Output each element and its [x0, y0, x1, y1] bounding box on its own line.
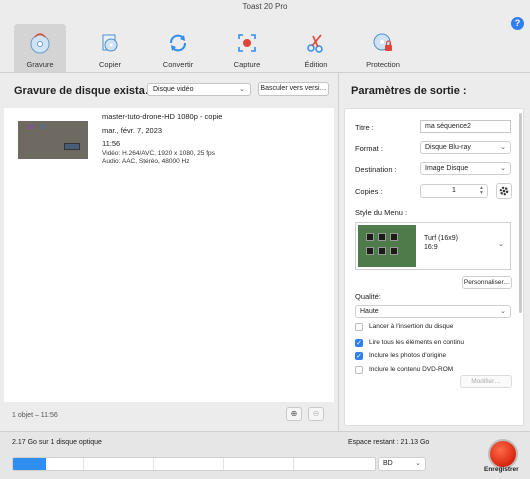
copies-settings-button[interactable] [496, 183, 512, 199]
item-time: 11:56 [102, 139, 121, 148]
toolbar-gravure[interactable]: Gravure [14, 24, 66, 72]
edit-scissors-icon [307, 34, 323, 53]
destination-label: Destination : [355, 165, 397, 174]
capture-icon [238, 34, 256, 52]
chevron-down-icon: ⌄ [415, 460, 421, 467]
option-photos-checkbox[interactable]: ✓ [355, 352, 363, 360]
item-date: mar., févr. 7, 2023 [102, 126, 163, 135]
toolbar-label-copier: Copier [98, 60, 122, 69]
copies-value: 1 [452, 187, 456, 194]
toolbar-label-edition: Édition [304, 60, 328, 69]
switch-version-button[interactable]: Basculer vers versi… [258, 82, 329, 96]
media-size-value: BD [383, 460, 393, 467]
protection-icon [373, 33, 392, 51]
option-dvd-rom-checkbox[interactable] [355, 366, 363, 374]
page-title: Gravure de disque exista… [14, 85, 156, 97]
toolbar-label-convertir: Convertir [162, 60, 194, 69]
menu-style-name: Turf (16x9) [424, 235, 458, 242]
item-video-info: Vidéo: H.264/AVC, 1920 x 1080, 25 fps [102, 150, 215, 157]
remove-item-button[interactable]: ⊖ [308, 407, 324, 421]
format-select[interactable]: Disque Blu-ray ⌄ [420, 141, 511, 154]
quality-label: Qualité: [355, 292, 381, 301]
remaining-space-text: Espace restant : 21.13 Go [348, 439, 430, 446]
copies-stepper[interactable]: 1 ▲ ▼ [420, 184, 488, 198]
option-photos-label: Inclure les photos d'origine [369, 352, 447, 359]
settings-panel: Titre : ma séquence2 Format : Disque Blu… [344, 108, 524, 426]
option-play-all-label: Lire tous les éléments en continu [369, 339, 465, 346]
copies-label: Copies : [355, 187, 383, 196]
add-file-icon: ⊕ [290, 409, 298, 418]
chevron-down-icon: ⌄ [500, 144, 506, 151]
disc-burn-icon [30, 33, 50, 54]
chevron-down-icon: ⌄ [500, 165, 506, 172]
disc-usage-fill [13, 458, 46, 470]
settings-scrollbar[interactable] [519, 113, 522, 313]
record-label: Enregistrer [484, 466, 519, 473]
option-dvd-rom-label: Inclure le contenu DVD-ROM [369, 366, 454, 373]
gear-icon [499, 186, 509, 196]
output-settings-pane: Paramètres de sortie : Titre : ma séquen… [338, 73, 530, 431]
item-audio-info: Audio: AAC, Stéréo, 48000 Hz [102, 158, 190, 165]
chevron-down-icon: ⌄ [239, 86, 245, 93]
remove-file-icon: ⊖ [312, 409, 320, 418]
toolbar-protection[interactable]: Protection [357, 24, 409, 72]
modify-button[interactable]: Modifier… [460, 375, 512, 388]
customize-button[interactable]: Personnaliser… [462, 276, 512, 289]
record-button[interactable] [488, 439, 518, 469]
toolbar-label-capture: Capture [233, 60, 261, 69]
title-field[interactable]: ma séquence2 [420, 120, 511, 133]
media-size-select[interactable]: BD ⌄ [378, 457, 426, 471]
status-bar: 2.17 Go sur 1 disque optique Espace rest… [0, 431, 530, 479]
toolbar-capture[interactable]: Capture [221, 24, 273, 72]
toolbar-label-protection: Protection [366, 60, 400, 69]
menu-style-label: Style du Menu : [355, 208, 408, 217]
destination-select[interactable]: Image Disque ⌄ [420, 162, 511, 175]
option-autorun-label: Lancer à l'insertion du disque [369, 323, 454, 330]
quality-value: Haute [360, 308, 379, 315]
title-label: Titre : [355, 123, 374, 132]
video-thumbnail [18, 121, 88, 159]
menu-style-ratio: 16:9 [424, 244, 438, 251]
disc-type-value: Disque vidéo [153, 86, 194, 93]
quality-select[interactable]: Haute ⌄ [355, 305, 511, 318]
burn-pane: Gravure de disque exista… Disque vidéo ⌄… [0, 73, 338, 431]
item-count: 1 objet – 11:56 [12, 412, 58, 419]
toolbar-copier[interactable]: Copier [84, 24, 136, 72]
toolbar-convertir[interactable]: Convertir [152, 24, 204, 72]
toolbar-edition[interactable]: Édition [290, 24, 342, 72]
content-list[interactable]: master-tuto-drone-HD 1080p - copie mar.,… [4, 108, 334, 402]
option-play-all-checkbox[interactable]: ✓ [355, 339, 363, 347]
disc-usage-bar [12, 457, 376, 471]
option-autorun-checkbox[interactable] [355, 323, 363, 331]
item-name: master-tuto-drone-HD 1080p - copie [102, 112, 223, 121]
destination-value: Image Disque [425, 165, 469, 172]
copy-disc-icon [102, 34, 118, 52]
convert-icon [170, 34, 186, 52]
format-label: Format : [355, 144, 383, 153]
menu-style-preview [358, 225, 416, 267]
stepper-arrows-icon[interactable]: ▲ ▼ [479, 186, 484, 196]
chevron-down-icon: ⌄ [500, 308, 506, 315]
toolbar: Gravure Copier Convertir Capture Édition… [0, 20, 530, 72]
toolbar-label-gravure: Gravure [26, 60, 54, 69]
window-title: Toast 20 Pro [242, 2, 288, 11]
settings-title: Paramètres de sortie : [351, 85, 467, 97]
add-item-button[interactable]: ⊕ [286, 407, 302, 421]
format-value: Disque Blu-ray [425, 144, 471, 151]
chevron-down-icon: ⌄ [498, 241, 504, 248]
disc-type-select[interactable]: Disque vidéo ⌄ [147, 83, 251, 96]
disc-usage-text: 2.17 Go sur 1 disque optique [12, 439, 102, 446]
menu-style-select[interactable]: Turf (16x9) 16:9 ⌄ [355, 222, 511, 270]
